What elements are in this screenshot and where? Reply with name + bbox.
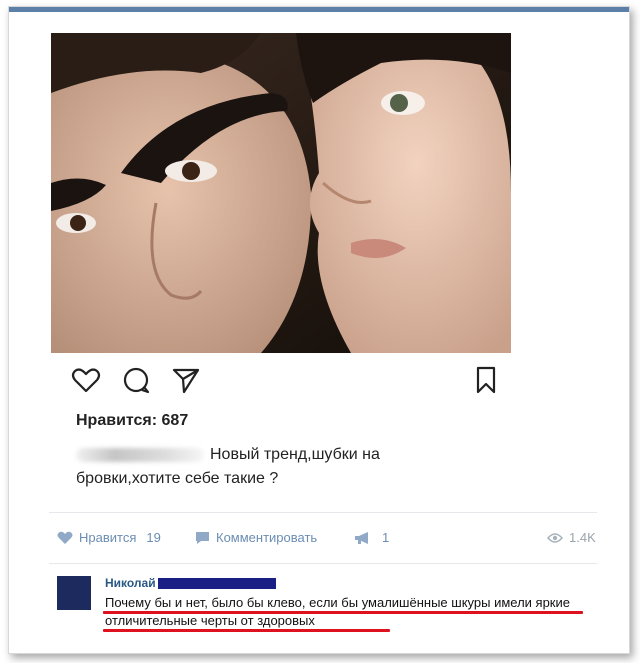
screenshot-frame: Нравится: 687 Новый тренд,шубки на бровк… <box>8 6 630 654</box>
red-underline <box>103 629 390 632</box>
vk-action-bar: Нравится 19 Комментировать 1 1.4K <box>57 530 602 550</box>
comment-icon <box>196 531 209 544</box>
comment-label: Комментировать <box>216 530 318 545</box>
divider <box>49 563 597 564</box>
like-button[interactable]: Нравится 19 <box>57 530 161 545</box>
views-counter: 1.4K <box>547 530 596 545</box>
instagram-action-row <box>71 365 511 397</box>
red-underline <box>103 611 583 614</box>
comment-button[interactable]: Комментировать <box>195 530 317 545</box>
share-button[interactable]: 1 <box>354 530 389 545</box>
like-label: Нравится <box>79 530 137 545</box>
comment: Николай Почему бы и нет, было бы клево, … <box>57 574 602 644</box>
bookmark-icon[interactable] <box>471 365 501 395</box>
comment-author[interactable]: Николай <box>105 576 276 590</box>
vk-post: Нравится: 687 Новый тренд,шубки на бровк… <box>9 12 629 653</box>
redacted-surname <box>157 578 276 590</box>
two-faces-image <box>51 33 511 353</box>
post-photo[interactable] <box>51 33 511 353</box>
blurred-username <box>76 447 204 462</box>
megaphone-icon <box>355 531 368 544</box>
heart-icon <box>57 531 73 544</box>
share-count: 1 <box>382 530 390 545</box>
send-icon[interactable] <box>171 365 201 395</box>
eye-icon <box>547 532 563 543</box>
like-count: 19 <box>146 530 161 545</box>
views-count: 1.4K <box>569 530 596 545</box>
instagram-likes-count: Нравится: 687 <box>76 412 189 429</box>
heart-icon[interactable] <box>71 365 101 395</box>
divider <box>49 512 597 513</box>
avatar[interactable] <box>57 576 91 610</box>
comment-bubble-icon[interactable] <box>121 365 151 395</box>
instagram-caption: Новый тренд,шубки на бровки,хотите себе … <box>76 443 456 491</box>
